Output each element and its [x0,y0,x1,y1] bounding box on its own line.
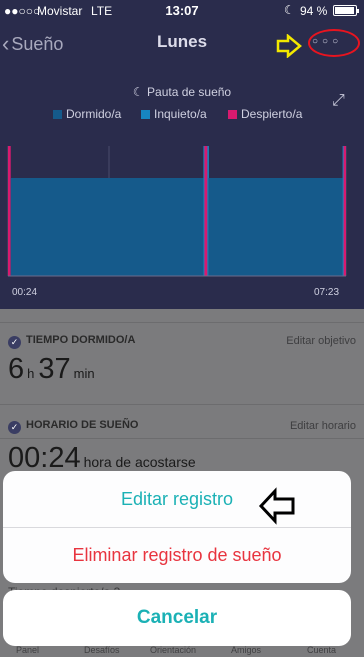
edit-record-button[interactable]: Editar registro [3,471,351,527]
moon-icon: ☾ [132,85,144,99]
chart-title-text: Pauta de sueño [147,85,232,99]
annotation-arrow-left-icon [258,487,295,525]
divider [0,322,364,323]
legend-item-inquieto: Inquieto/a [141,107,207,121]
sleep-duration-value: 6 h 37 min [8,353,95,385]
legend-swatch [53,110,62,119]
delete-record-button[interactable]: Eliminar registro de sueño [3,527,351,583]
check-icon: ✓ [8,421,21,434]
sleep-segment-despierto [343,146,346,276]
chart-title: ☾ Pauta de sueño [0,85,364,99]
tab-cuenta[interactable]: Cuenta [307,645,336,655]
legend-swatch [228,110,237,119]
sleep-segment-dormido [10,178,204,276]
do-not-disturb-icon: ☾ [284,3,295,17]
x-label-end: 07:23 [314,287,340,298]
tab-amigos[interactable]: Amigos [231,645,261,655]
sleep-segment-despierto [8,146,11,276]
edit-goal-link[interactable]: Editar objetivo [286,335,356,347]
check-icon: ✓ [8,336,21,349]
sleep-chart [7,146,347,277]
sleep-segment-dormido [208,178,343,276]
legend-item-dormido: Dormido/a [53,107,121,121]
divider [0,438,364,439]
tab-panel[interactable]: Panel [16,645,39,655]
legend-swatch [141,110,150,119]
annotation-highlight-oval [308,29,360,57]
x-label-start: 00:24 [12,287,38,298]
expand-icon[interactable]: ⤢ [332,92,345,110]
annotation-arrow-right-icon [276,34,302,58]
divider [0,404,364,405]
sleep-header-panel: ●●○○○ Movistar LTE 13:07 ☾ 94 % ‹ Sueño L… [0,0,364,309]
section-header: ✓ TIEMPO DORMIDO/A [8,334,135,349]
section-header: ✓ HORARIO DE SUEÑO [8,419,138,434]
tab-orientacion[interactable]: Orientación [150,645,196,655]
legend-item-despierto: Despierto/a [228,107,302,121]
action-sheet: Editar registro Eliminar registro de sue… [3,471,351,583]
sleep-segment-despierto [204,146,208,276]
edit-schedule-link[interactable]: Editar horario [290,420,356,432]
battery-icon [333,5,359,16]
status-bar: ●●○○○ Movistar LTE 13:07 ☾ 94 % [0,0,364,22]
cancel-button[interactable]: Cancelar [3,590,351,646]
tab-desafios[interactable]: Desafíos [84,645,120,655]
battery-percent: 94 % [300,4,328,18]
